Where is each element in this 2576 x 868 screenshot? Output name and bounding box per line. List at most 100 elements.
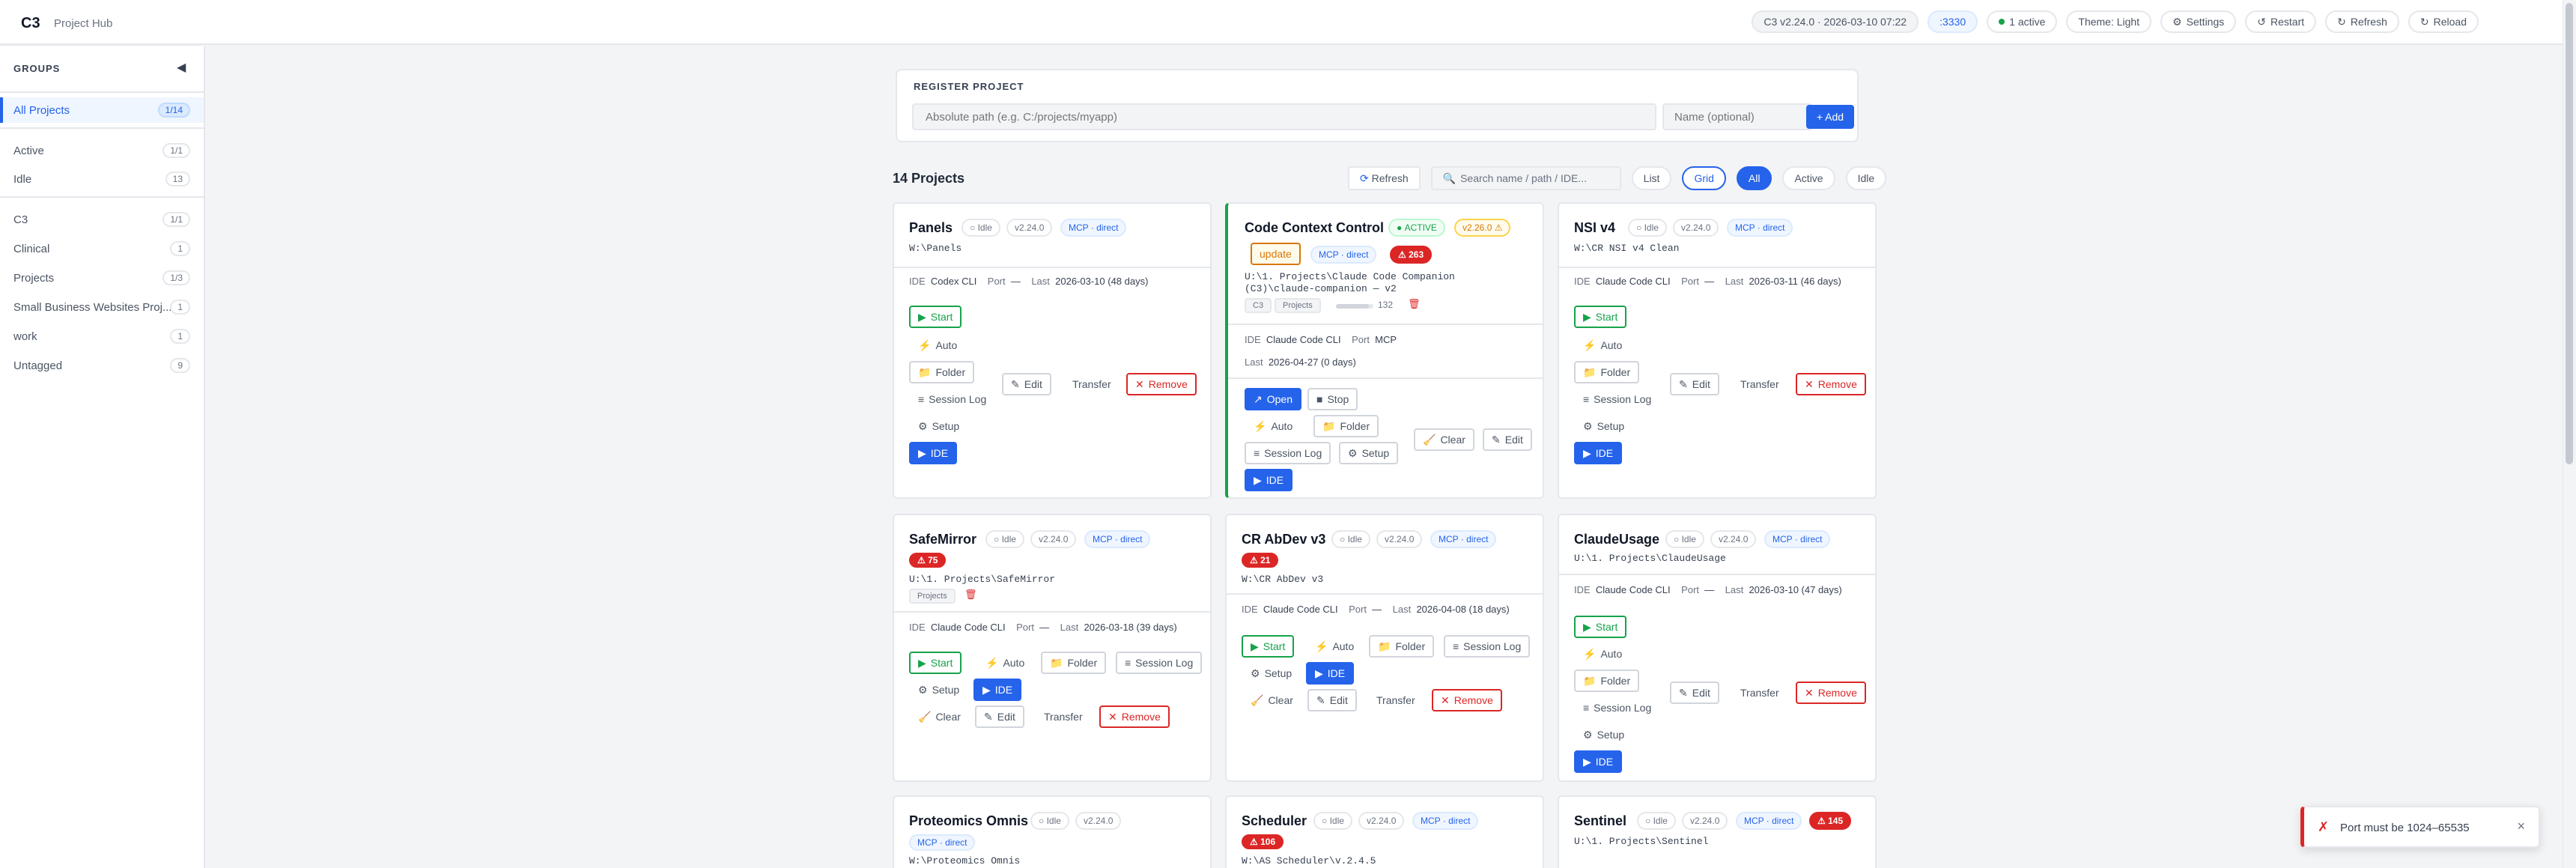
- start-button[interactable]: ▶ Start: [909, 652, 962, 674]
- project-name-input[interactable]: [1662, 103, 1812, 130]
- session-log-button[interactable]: ≡ Session Log: [1245, 442, 1331, 464]
- stop-button[interactable]: ■ Stop: [1307, 388, 1358, 410]
- ide-button[interactable]: ▶ IDE: [1574, 750, 1623, 773]
- version-badge: v2.24.0: [1075, 812, 1122, 830]
- settings-button[interactable]: ⚙ Settings: [2160, 10, 2237, 33]
- transfer-button[interactable]: Transfer: [1063, 373, 1120, 395]
- folder-button[interactable]: 📁 Folder: [1574, 670, 1640, 692]
- start-button[interactable]: ▶ Start: [909, 306, 962, 328]
- transfer-button[interactable]: Transfer: [1731, 373, 1788, 395]
- auto-button[interactable]: ⚡ Auto: [1574, 643, 1632, 665]
- project-path: W:\Panels: [909, 243, 962, 254]
- auto-button[interactable]: ⚡ Auto: [1574, 334, 1632, 356]
- ide-button[interactable]: ▶ IDE: [1245, 469, 1293, 491]
- group-small-business[interactable]: Small Business Websites Proj... 1: [0, 294, 204, 320]
- update-button[interactable]: update: [1251, 243, 1301, 265]
- folder-button[interactable]: 📁 Folder: [1313, 415, 1379, 437]
- start-button[interactable]: ▶ Start: [1242, 635, 1295, 658]
- auto-button[interactable]: ⚡ Auto: [909, 334, 967, 356]
- trash-icon[interactable]: 🗑: [965, 589, 977, 601]
- setup-button[interactable]: ⚙ Setup: [909, 415, 969, 437]
- edit-button[interactable]: ✎ Edit: [975, 705, 1024, 728]
- session-log-button[interactable]: ≡ Session Log: [1574, 388, 1661, 410]
- project-meta: IDE Claude Code CLI Port — Last 2026-03-…: [1574, 584, 1842, 595]
- group-projects[interactable]: Projects 1/3: [0, 265, 204, 291]
- ide-button[interactable]: ▶ IDE: [1306, 662, 1355, 685]
- filter-active[interactable]: Active: [1782, 166, 1835, 190]
- clear-button[interactable]: 🧹 Clear: [909, 705, 970, 728]
- collapse-sidebar-icon[interactable]: ◀: [177, 60, 186, 75]
- edit-button[interactable]: ✎ Edit: [1307, 689, 1357, 711]
- group-count: 1/1: [162, 143, 190, 158]
- group-all-projects[interactable]: All Projects 1/14: [0, 97, 204, 123]
- refresh-list-button[interactable]: ⟳ Refresh: [1348, 166, 1421, 190]
- setup-button[interactable]: ⚙ Setup: [1574, 415, 1634, 437]
- project-path: U:\1. Projects\ClaudeUsage: [1574, 553, 1726, 564]
- project-search-input[interactable]: 🔍 Search name / path / IDE...: [1430, 166, 1621, 190]
- edit-button[interactable]: ✎ Edit: [1483, 428, 1532, 451]
- restart-button[interactable]: ↺ Restart: [2245, 10, 2317, 33]
- list-view-toggle[interactable]: List: [1631, 166, 1672, 190]
- ide-button[interactable]: ▶ IDE: [1574, 442, 1623, 464]
- remove-button[interactable]: ✕ Remove: [1432, 689, 1502, 711]
- folder-button[interactable]: 📁 Folder: [1369, 635, 1435, 658]
- auto-button[interactable]: ⚡ Auto: [1245, 415, 1302, 437]
- transfer-button[interactable]: Transfer: [1731, 682, 1788, 704]
- transfer-button[interactable]: Transfer: [1035, 705, 1092, 728]
- auto-button[interactable]: ⚡ Auto: [976, 652, 1034, 674]
- session-log-button[interactable]: ≡ Session Log: [1444, 635, 1531, 658]
- project-meta: IDE Claude Code CLI Port MCP: [1245, 334, 1397, 345]
- theme-toggle[interactable]: Theme: Light: [2066, 10, 2152, 33]
- group-active[interactable]: Active 1/1: [0, 138, 204, 163]
- group-idle[interactable]: Idle 13: [0, 166, 204, 192]
- project-path-input[interactable]: [912, 103, 1656, 130]
- edit-button[interactable]: ✎ Edit: [1670, 373, 1719, 395]
- folder-button[interactable]: 📁 Folder: [1574, 361, 1640, 383]
- ide-button[interactable]: ▶ IDE: [909, 442, 958, 464]
- remove-button[interactable]: ✕ Remove: [1796, 682, 1866, 704]
- start-button[interactable]: ▶ Start: [1574, 616, 1627, 638]
- setup-button[interactable]: ⚙ Setup: [1574, 723, 1634, 746]
- filter-all[interactable]: All: [1736, 166, 1772, 190]
- grid-view-toggle[interactable]: Grid: [1682, 166, 1726, 190]
- remove-button[interactable]: ✕ Remove: [1126, 373, 1197, 395]
- filter-idle[interactable]: Idle: [1845, 166, 1887, 190]
- version-badge: v2.24.0: [1030, 530, 1077, 548]
- group-c3[interactable]: C3 1/1: [0, 207, 204, 232]
- session-log-button[interactable]: ≡ Session Log: [1116, 652, 1203, 674]
- group-clinical[interactable]: Clinical 1: [0, 236, 204, 261]
- ide-button[interactable]: ▶ IDE: [973, 679, 1022, 701]
- setup-button[interactable]: ⚙ Setup: [1242, 662, 1301, 685]
- setup-button[interactable]: ⚙ Setup: [909, 679, 969, 701]
- status-badge: ○ Idle: [1665, 530, 1704, 548]
- close-icon[interactable]: ×: [2517, 819, 2525, 834]
- group-untagged[interactable]: Untagged 9: [0, 353, 204, 378]
- edit-button[interactable]: ✎ Edit: [1002, 373, 1051, 395]
- clear-button[interactable]: 🧹 Clear: [1414, 428, 1474, 451]
- setup-button[interactable]: ⚙ Setup: [1339, 442, 1399, 464]
- search-icon: 🔍: [1442, 172, 1456, 184]
- trash-icon[interactable]: 🗑: [1408, 298, 1421, 310]
- open-button[interactable]: ↗ Open: [1245, 388, 1301, 410]
- folder-button[interactable]: 📁 Folder: [1041, 652, 1107, 674]
- group-work[interactable]: work 1: [0, 324, 204, 349]
- divider: [0, 196, 204, 198]
- edit-button[interactable]: ✎ Edit: [1670, 682, 1719, 704]
- session-log-button[interactable]: ≡ Session Log: [909, 388, 996, 410]
- remove-button[interactable]: ✕ Remove: [1796, 373, 1866, 395]
- project-last: Last 2026-04-27 (0 days): [1245, 356, 1356, 368]
- reload-icon: ↻: [2419, 15, 2429, 28]
- page-scrollbar[interactable]: [2563, 0, 2576, 868]
- scrollbar-thumb[interactable]: [2566, 3, 2573, 464]
- reload-button[interactable]: ↻ Reload: [2408, 10, 2479, 33]
- auto-button[interactable]: ⚡ Auto: [1306, 635, 1364, 658]
- refresh-icon: ↻: [2337, 15, 2346, 28]
- folder-button[interactable]: 📁 Folder: [909, 361, 975, 383]
- session-log-button[interactable]: ≡ Session Log: [1574, 696, 1661, 719]
- clear-button[interactable]: 🧹 Clear: [1242, 689, 1302, 711]
- remove-button[interactable]: ✕ Remove: [1099, 705, 1170, 728]
- transfer-button[interactable]: Transfer: [1367, 689, 1424, 711]
- refresh-button[interactable]: ↻ Refresh: [2325, 10, 2399, 33]
- add-project-button[interactable]: + Add: [1806, 105, 1854, 129]
- start-button[interactable]: ▶ Start: [1574, 306, 1627, 328]
